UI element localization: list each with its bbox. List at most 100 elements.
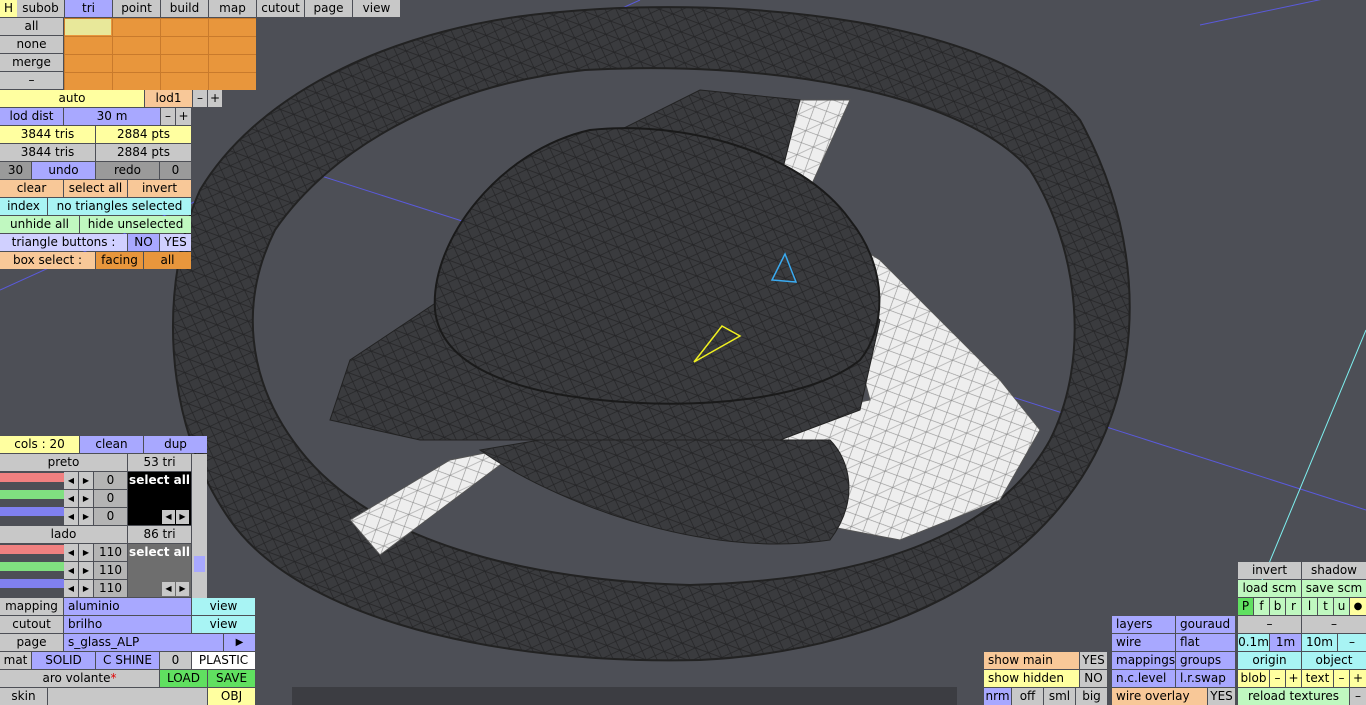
grid-0.1m-button[interactable]: 0.1m [1238, 634, 1269, 651]
nc-level-button[interactable]: n.c.level [1112, 670, 1175, 687]
reload-textures-button[interactable]: reload textures [1238, 688, 1349, 705]
sml-button[interactable]: sml [1044, 688, 1075, 705]
load-scm-button[interactable]: load scm [1238, 580, 1301, 597]
show-main-yes[interactable]: YES [1080, 652, 1107, 669]
blue-value[interactable]: 0 [94, 508, 127, 525]
blue-right-arrow-icon[interactable]: ▶ [79, 508, 93, 525]
plastic-button[interactable]: PLASTIC [192, 652, 255, 669]
lado-prev-icon[interactable]: ◀ [162, 582, 175, 596]
shadow-button[interactable]: shadow [1302, 562, 1366, 579]
red-slider-2[interactable] [0, 545, 64, 554]
solid-button[interactable]: SOLID [32, 652, 95, 669]
preto-prev-icon[interactable]: ◀ [162, 510, 175, 524]
invert-selection-button[interactable]: invert [128, 180, 191, 197]
cutout-value[interactable]: brilho [64, 616, 191, 633]
blob-button[interactable]: blob [1238, 670, 1269, 687]
mapping-view-button[interactable]: view [192, 598, 255, 615]
view-p-button[interactable]: P [1238, 598, 1253, 615]
green2-right-arrow-icon[interactable]: ▶ [79, 562, 93, 579]
preto-next-icon[interactable]: ▶ [176, 510, 189, 524]
clean-button[interactable]: clean [80, 436, 143, 453]
left-dash-button[interactable]: – [1238, 616, 1301, 633]
object-button[interactable]: object [1302, 652, 1366, 669]
tab-subob[interactable]: subob [17, 0, 64, 17]
blue-slider[interactable] [0, 507, 64, 516]
off-button[interactable]: off [1012, 688, 1043, 705]
clear-button[interactable]: clear [0, 180, 63, 197]
tab-view[interactable]: view [353, 0, 400, 17]
hide-unselected-button[interactable]: hide unselected [80, 216, 191, 233]
materials-scrollbar[interactable] [192, 454, 207, 598]
grid-cell-active[interactable] [65, 19, 111, 35]
save-button[interactable]: SAVE [208, 670, 255, 687]
tab-h[interactable]: H [0, 0, 17, 17]
select-all-lado[interactable]: select all [128, 544, 191, 561]
green-right-arrow-icon[interactable]: ▶ [79, 490, 93, 507]
wire-overlay-button[interactable]: wire overlay [1112, 688, 1207, 705]
invert-view-button[interactable]: invert [1238, 562, 1301, 579]
redo-button[interactable]: redo [96, 162, 159, 179]
view-dot-icon[interactable]: ● [1350, 598, 1366, 615]
red-right-arrow-icon[interactable]: ▶ [79, 472, 93, 489]
auto-button[interactable]: auto [0, 90, 144, 107]
right-dash-button[interactable]: – [1302, 616, 1366, 633]
box-select-all[interactable]: all [144, 252, 191, 269]
lod-dist-minus-button[interactable]: – [161, 108, 175, 125]
view-u-button[interactable]: u [1334, 598, 1349, 615]
cutout-view-button[interactable]: view [192, 616, 255, 633]
triangle-buttons-no[interactable]: NO [128, 234, 159, 251]
text-minus-button[interactable]: – [1334, 670, 1349, 687]
materials-scrollbar-thumb[interactable] [194, 556, 205, 572]
material-name-lado[interactable]: lado [0, 526, 127, 543]
green-value-2[interactable]: 110 [94, 562, 127, 579]
green-slider[interactable] [0, 490, 64, 499]
lr-swap-button[interactable]: l.r.swap [1176, 670, 1235, 687]
object-name[interactable]: aro volante* [0, 670, 159, 687]
tab-map[interactable]: map [209, 0, 256, 17]
red2-right-arrow-icon[interactable]: ▶ [79, 544, 93, 561]
blue-slider-2[interactable] [0, 579, 64, 588]
blob-plus-button[interactable]: + [1286, 670, 1301, 687]
green-slider-2[interactable] [0, 562, 64, 571]
big-button[interactable]: big [1076, 688, 1107, 705]
text-plus-button[interactable]: + [1350, 670, 1366, 687]
blue-value-2[interactable]: 110 [94, 580, 127, 597]
lod-dist-plus-button[interactable]: + [176, 108, 191, 125]
red2-left-arrow-icon[interactable]: ◀ [64, 544, 78, 561]
mapping-value[interactable]: aluminio [64, 598, 191, 615]
groups-button[interactable]: groups [1176, 652, 1235, 669]
select-all-button[interactable]: select all [64, 180, 127, 197]
green-value[interactable]: 0 [94, 490, 127, 507]
tab-point[interactable]: point [113, 0, 160, 17]
show-hidden-button[interactable]: show hidden [984, 670, 1079, 687]
page-arrow-icon[interactable]: ▶ [224, 634, 255, 651]
reload-minus-button[interactable]: – [1350, 688, 1366, 705]
text-button[interactable]: text [1302, 670, 1333, 687]
view-l-button[interactable]: l [1302, 598, 1317, 615]
blue-left-arrow-icon[interactable]: ◀ [64, 508, 78, 525]
lado-next-icon[interactable]: ▶ [176, 582, 189, 596]
blob-minus-button[interactable]: – [1270, 670, 1285, 687]
box-select-facing[interactable]: facing [96, 252, 143, 269]
triangle-buttons-yes[interactable]: YES [160, 234, 191, 251]
select-none-row-button[interactable]: none [0, 36, 63, 53]
select-all-preto[interactable]: select all [128, 472, 191, 489]
red-value-2[interactable]: 110 [94, 544, 127, 561]
save-scm-button[interactable]: save scm [1302, 580, 1366, 597]
index-button[interactable]: index [0, 198, 47, 215]
skin-value[interactable] [48, 688, 207, 705]
merge-button[interactable]: merge [0, 54, 63, 71]
wire-button[interactable]: wire [1112, 634, 1175, 651]
grid-10m-button[interactable]: 10m [1302, 634, 1337, 651]
page-value[interactable]: s_glass_ALP [64, 634, 223, 651]
gouraud-button[interactable]: gouraud [1176, 616, 1235, 633]
lod-minus-button[interactable]: – [193, 90, 207, 107]
lod-level-button[interactable]: lod1 [145, 90, 192, 107]
origin-button[interactable]: origin [1238, 652, 1301, 669]
grid-minus-button[interactable]: – [1338, 634, 1366, 651]
load-button[interactable]: LOAD [160, 670, 207, 687]
green2-left-arrow-icon[interactable]: ◀ [64, 562, 78, 579]
red-left-arrow-icon[interactable]: ◀ [64, 472, 78, 489]
select-all-row-button[interactable]: all [0, 18, 63, 35]
c-shine-button[interactable]: C SHINE [96, 652, 159, 669]
